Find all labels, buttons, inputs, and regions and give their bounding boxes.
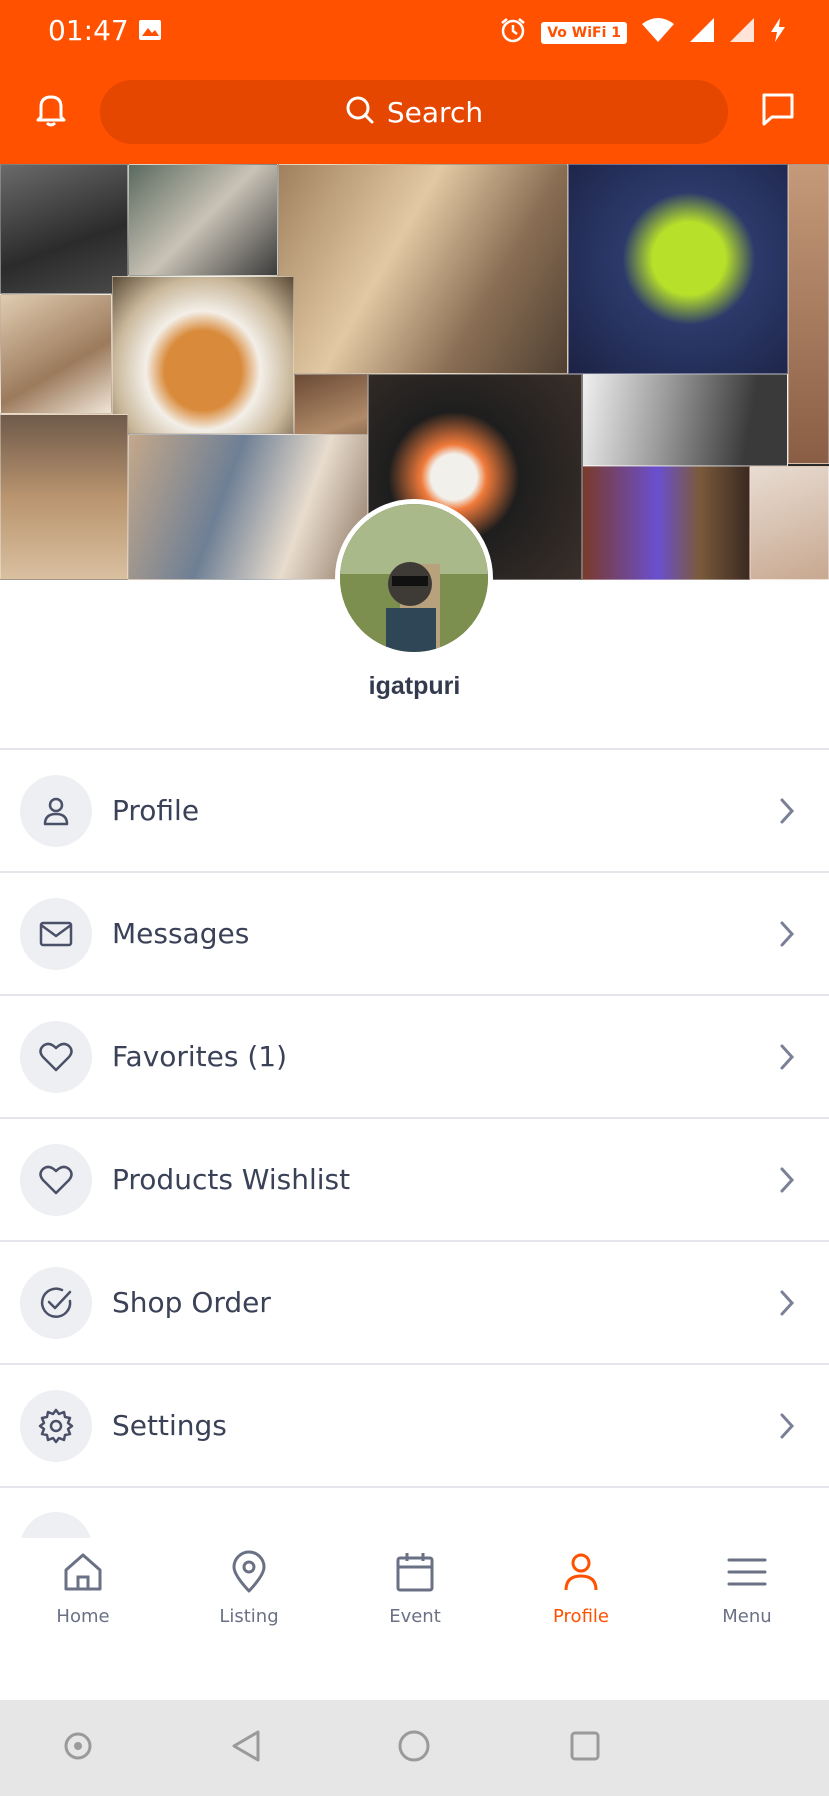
barber-photo	[582, 374, 788, 466]
alarm-icon	[499, 16, 527, 49]
menu-item-label: Shop Order	[112, 1286, 271, 1319]
bottom-navigation: Home Listing Event Profile Menu	[0, 1538, 829, 1700]
nav-label: Home	[56, 1606, 110, 1627]
dot-circle-icon	[63, 1731, 93, 1766]
app-bar: Search	[0, 62, 829, 164]
system-navigation	[0, 1700, 829, 1796]
status-icons: Vo WiFi 1	[499, 16, 787, 49]
menu-item-partial[interactable]	[0, 1488, 829, 1538]
chevron-right-icon	[775, 1410, 799, 1442]
wifi-calling-badge: Vo WiFi 1	[541, 21, 627, 44]
nav-label: Event	[389, 1606, 441, 1627]
search-placeholder: Search	[386, 95, 484, 129]
nav-event[interactable]: Event	[332, 1538, 498, 1678]
recents-square-icon	[569, 1730, 601, 1767]
menu-item-profile[interactable]: Profile	[0, 750, 829, 873]
chat-button[interactable]	[755, 88, 801, 134]
electrician-photo	[568, 164, 788, 374]
bell-icon	[31, 89, 71, 134]
thumbs-up-photo	[750, 466, 829, 580]
nav-label: Listing	[219, 1606, 279, 1627]
menu-item-label: Products Wishlist	[112, 1163, 351, 1196]
coffee-woman-photo	[0, 294, 112, 414]
avatar[interactable]	[335, 499, 493, 657]
user-icon	[557, 1548, 605, 1596]
username: igatpuri	[368, 672, 461, 700]
charging-icon	[769, 17, 787, 48]
search-icon	[345, 95, 375, 130]
nav-profile[interactable]: Profile	[498, 1538, 664, 1678]
status-time: 01:47	[48, 14, 129, 47]
gallery-icon	[138, 18, 162, 42]
map-pin-icon	[225, 1548, 273, 1596]
calendar-icon	[391, 1548, 439, 1596]
back-button[interactable]	[226, 1728, 266, 1768]
menu-item-settings[interactable]: Settings	[0, 1365, 829, 1488]
menu-item-label: Messages	[112, 917, 250, 950]
hamburger-icon	[723, 1548, 771, 1596]
chevron-right-icon	[775, 918, 799, 950]
nav-home[interactable]: Home	[0, 1538, 166, 1678]
search-input[interactable]: Search	[100, 80, 728, 144]
menu-item-label: Profile	[112, 794, 200, 827]
spaghetti-photo	[112, 276, 294, 434]
signal-icon	[729, 17, 755, 48]
recents-button[interactable]	[565, 1728, 605, 1768]
home-circle-icon	[397, 1729, 431, 1768]
chevron-right-icon	[775, 1164, 799, 1196]
nav-menu[interactable]: Menu	[664, 1538, 829, 1678]
wifi-icon	[641, 17, 675, 48]
back-triangle-icon	[230, 1729, 262, 1768]
backpack-photo	[0, 414, 128, 580]
menu-item-label: Settings	[112, 1409, 227, 1442]
dining-couple-photo	[128, 434, 368, 580]
check-circle-icon	[20, 1266, 92, 1339]
nav-label: Menu	[722, 1606, 772, 1627]
bookstore-photo	[582, 466, 750, 580]
alley-photo	[278, 164, 568, 374]
menu-item-favorites[interactable]: Favorites (1)	[0, 996, 829, 1119]
notifications-button[interactable]	[28, 88, 74, 134]
nav-label: Profile	[553, 1606, 609, 1627]
assistant-button[interactable]	[58, 1728, 98, 1768]
heart-icon	[20, 1143, 92, 1216]
heart-icon	[20, 1020, 92, 1093]
menu-item-messages[interactable]: Messages	[0, 873, 829, 996]
gear-icon	[20, 1389, 92, 1462]
chat-icon	[758, 89, 798, 134]
chevron-right-icon	[775, 1041, 799, 1073]
home-icon	[59, 1548, 107, 1596]
side-photo	[788, 164, 829, 464]
menu-item-label: Favorites (1)	[112, 1040, 288, 1073]
user-icon	[20, 774, 92, 847]
mail-icon	[20, 897, 92, 970]
status-bar: 01:47 Vo WiFi 1	[0, 0, 829, 62]
chevron-right-icon	[775, 795, 799, 827]
home-system-button[interactable]	[394, 1728, 434, 1768]
partial-menu-icon	[20, 1512, 92, 1538]
chevron-right-icon	[775, 1287, 799, 1319]
signal-icon	[689, 17, 715, 48]
profile-menu: Profile Messages Favorites (1) Products …	[0, 748, 829, 1538]
menu-item-products-wishlist[interactable]: Products Wishlist	[0, 1119, 829, 1242]
barista-photo	[128, 164, 278, 276]
street-photo	[0, 164, 128, 294]
nav-listing[interactable]: Listing	[166, 1538, 332, 1678]
menu-item-shop-order[interactable]: Shop Order	[0, 1242, 829, 1365]
